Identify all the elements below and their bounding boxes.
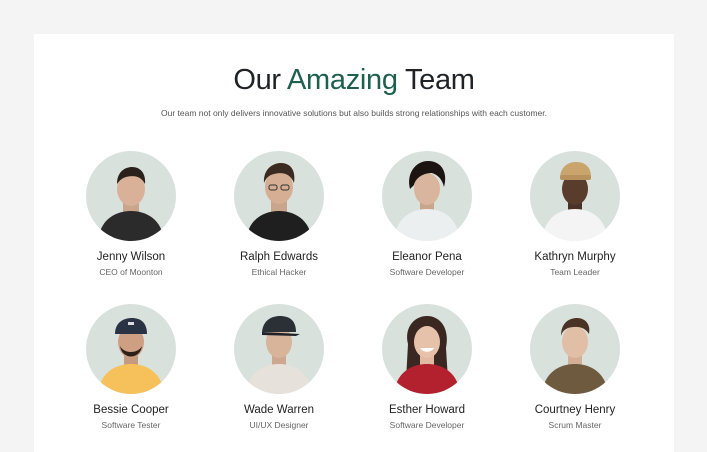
member-name: Esther Howard [388,404,466,416]
member-name: Bessie Cooper [93,404,169,416]
avatar [86,151,176,241]
avatar [86,304,176,394]
avatar [234,304,324,394]
team-member-card: Jenny Wilson CEO of Moonton [61,151,201,277]
team-member-card: Courtney Henry Scrum Master [505,304,645,430]
member-role: UI/UX Designer [249,420,309,430]
member-role: Scrum Master [548,420,602,430]
member-role: Software Tester [101,420,161,430]
team-card: Our Amazing Team Our team not only deliv… [34,34,674,452]
member-name: Ralph Edwards [240,251,318,263]
avatar [530,151,620,241]
member-name: Courtney Henry [534,404,616,416]
team-member-card: Bessie Cooper Software Tester [61,304,201,430]
member-name: Kathryn Murphy [534,251,616,263]
avatar [234,151,324,241]
member-name: Eleanor Pena [392,251,462,263]
member-name: Wade Warren [243,404,315,416]
avatar [530,304,620,394]
avatar [382,304,472,394]
avatar [382,151,472,241]
member-role: CEO of Moonton [99,267,163,277]
team-grid: Jenny Wilson CEO of Moonton Ralph Edward… [34,34,674,452]
team-member-card: Esther Howard Software Developer [357,304,497,430]
team-member-card: Ralph Edwards Ethical Hacker [209,151,349,277]
member-role: Software Developer [389,420,465,430]
member-name: Jenny Wilson [96,251,166,263]
team-member-card: Eleanor Pena Software Developer [357,151,497,277]
member-role: Software Developer [389,267,465,277]
team-member-card: Kathryn Murphy Team Leader [505,151,645,277]
member-role: Ethical Hacker [251,267,307,277]
member-role: Team Leader [550,267,600,277]
team-member-card: Wade Warren UI/UX Designer [209,304,349,430]
